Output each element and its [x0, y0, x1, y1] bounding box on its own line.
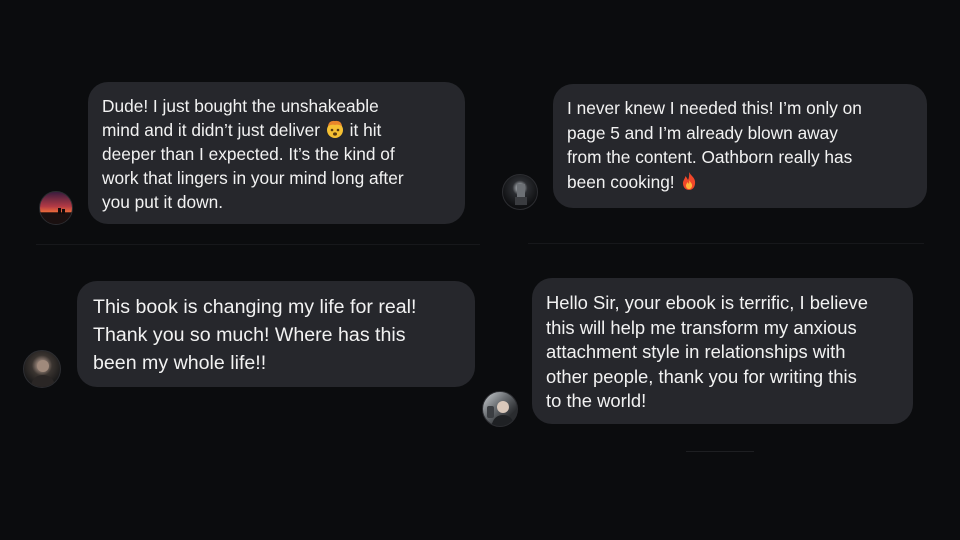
- man-portrait-avatar[interactable]: [23, 350, 61, 388]
- divider: [528, 243, 924, 244]
- message-bubble: Hello Sir, your ebook is terrific, I bel…: [532, 278, 913, 424]
- selfie-avatar[interactable]: [482, 391, 518, 427]
- figure-icon: [515, 184, 527, 205]
- message-bubble: This book is changing my life for real! …: [77, 281, 475, 387]
- message-bubble: I never knew I needed this! I’m only on …: [553, 84, 927, 208]
- sunset-avatar[interactable]: [39, 191, 73, 225]
- silhouette-icon: [40, 208, 72, 224]
- faint-divider: [686, 451, 754, 452]
- message-bubble: Dude! I just bought the unshakeable mind…: [88, 82, 465, 224]
- divider: [36, 244, 480, 245]
- dark-figure-avatar[interactable]: [502, 174, 538, 210]
- fire-emoji: [679, 171, 699, 191]
- exploding-head-emoji: [325, 119, 345, 139]
- person-icon: [487, 401, 515, 426]
- person-icon: [30, 360, 56, 387]
- message-text: I never knew I needed this! I’m only on …: [567, 98, 862, 192]
